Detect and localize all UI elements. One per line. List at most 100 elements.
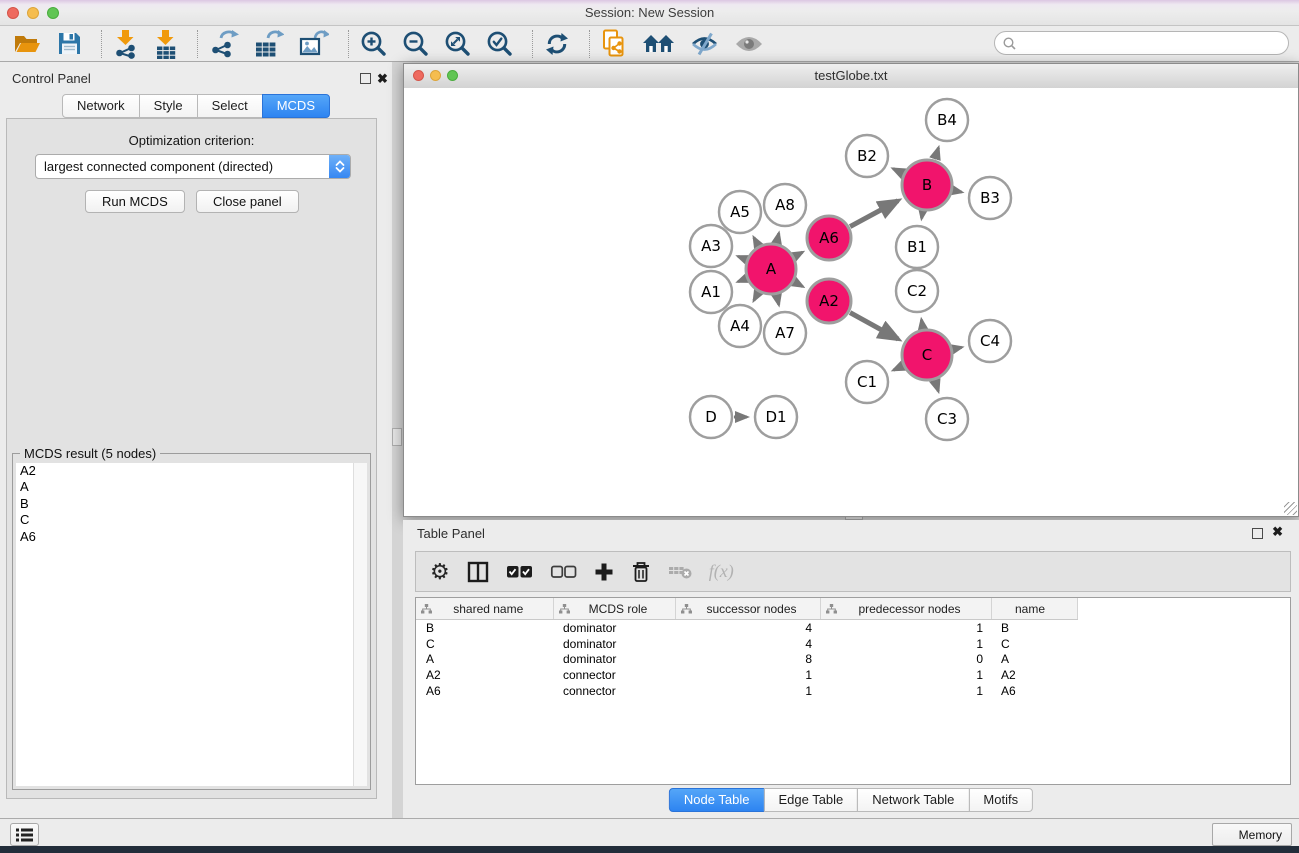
result-scrollbar[interactable] [353, 463, 367, 786]
graph-node-D[interactable] [690, 396, 732, 438]
graph-edge-A-A8[interactable] [777, 233, 779, 242]
network-graph[interactable]: B4B2BB3A8A5A6A3B1AA1C2A2A4A7C4CC1C3DD1 [404, 88, 1298, 516]
memory-button[interactable]: Memory [1212, 823, 1292, 846]
graph-node-D1[interactable] [755, 396, 797, 438]
graph-edge-A-A6[interactable] [795, 252, 803, 256]
graph-node-C1[interactable] [846, 361, 888, 403]
zoom-in-icon[interactable] [360, 30, 387, 57]
select-all-icon[interactable] [506, 564, 533, 579]
search-field[interactable] [994, 31, 1289, 55]
import-table-icon[interactable] [153, 29, 178, 59]
show-columns-icon[interactable] [467, 561, 489, 583]
graph-node-B4[interactable] [926, 99, 968, 141]
table-row[interactable]: Cdominator41C [416, 636, 1077, 652]
graph-edge-B-B3[interactable] [953, 190, 961, 192]
refresh-icon[interactable] [544, 31, 570, 57]
close-table-panel-icon[interactable]: ✖ [1272, 526, 1283, 537]
column-header-mcds-role[interactable]: MCDS role [553, 598, 675, 620]
mcds-result-item[interactable]: A [16, 479, 367, 495]
graph-edge-A-A7[interactable] [777, 295, 779, 304]
table-row[interactable]: A2connector11A2 [416, 667, 1077, 683]
column-header-predecessor-nodes[interactable]: predecessor nodes [820, 598, 991, 620]
graph-node-C[interactable] [902, 330, 952, 380]
graph-edge-A6-B[interactable] [850, 201, 898, 227]
delete-table-icon[interactable] [668, 564, 692, 580]
graph-edge-C-C1[interactable] [893, 366, 902, 370]
graph-edge-A-A5[interactable] [754, 237, 758, 245]
tab-edge-table[interactable]: Edge Table [763, 788, 858, 812]
search-input[interactable] [1021, 35, 1288, 51]
add-column-plus-icon[interactable] [594, 562, 614, 582]
mcds-result-item[interactable]: A2 [16, 463, 367, 479]
delete-column-trash-icon[interactable] [631, 561, 651, 583]
graph-edge-A-A3[interactable] [738, 256, 746, 259]
graph-node-A8[interactable] [764, 184, 806, 226]
table-row[interactable]: Adominator80A [416, 652, 1077, 668]
function-builder-icon[interactable]: f(x) [709, 561, 734, 582]
graph-node-A1[interactable] [690, 271, 732, 313]
float-panel-icon[interactable] [360, 73, 371, 84]
zoom-out-icon[interactable] [402, 30, 429, 57]
zoom-selected-icon[interactable] [486, 30, 513, 57]
graph-edge-C-C3[interactable] [935, 381, 938, 392]
home-neighbors-icon[interactable] [642, 32, 675, 56]
graph-edge-C-C4[interactable] [953, 347, 961, 349]
graph-node-B1[interactable] [896, 226, 938, 268]
graph-node-B2[interactable] [846, 135, 888, 177]
graph-node-A7[interactable] [764, 312, 806, 354]
graph-edge-A-A2[interactable] [795, 282, 803, 286]
graph-edge-B-B1[interactable] [922, 212, 923, 219]
graph-node-C2[interactable] [896, 270, 938, 312]
criterion-select[interactable]: largest connected component (directed) [35, 154, 351, 179]
table-row[interactable]: A6connector11A6 [416, 683, 1077, 699]
tab-network[interactable]: Network [62, 94, 140, 118]
graph-edge-A2-C[interactable] [850, 313, 898, 339]
tab-style[interactable]: Style [139, 94, 198, 118]
mcds-result-item[interactable]: A6 [16, 529, 367, 545]
clone-network-icon[interactable] [601, 29, 627, 58]
column-header-shared-name[interactable]: shared name [416, 598, 553, 620]
deselect-all-icon[interactable] [550, 564, 577, 579]
mcds-result-item[interactable]: B [16, 496, 367, 512]
graph-node-C4[interactable] [969, 320, 1011, 362]
close-panel-icon[interactable]: ✖ [377, 73, 388, 84]
import-network-icon[interactable] [113, 29, 138, 59]
show-all-eye-icon[interactable] [734, 34, 764, 54]
graph-node-A[interactable] [746, 244, 796, 294]
graph-node-A2[interactable] [807, 279, 851, 323]
tab-mcds[interactable]: MCDS [262, 94, 330, 118]
hide-selected-icon[interactable] [690, 31, 719, 57]
graph-node-B3[interactable] [969, 177, 1011, 219]
column-header-name[interactable]: name [991, 598, 1077, 620]
close-panel-button[interactable]: Close panel [196, 190, 299, 213]
graph-edge-A-A1[interactable] [738, 279, 746, 282]
save-session-icon[interactable] [57, 31, 82, 56]
graph-edge-B-B2[interactable] [893, 169, 903, 174]
graph-edge-A-A4[interactable] [754, 293, 758, 301]
run-mcds-button[interactable]: Run MCDS [85, 190, 185, 213]
tab-motifs[interactable]: Motifs [968, 788, 1033, 812]
graph-node-A3[interactable] [690, 225, 732, 267]
mcds-result-item[interactable]: C [16, 512, 367, 528]
column-header-successor-nodes[interactable]: successor nodes [675, 598, 820, 620]
window-resize-grip[interactable] [1284, 502, 1297, 515]
graph-node-C3[interactable] [926, 398, 968, 440]
export-image-icon[interactable] [299, 29, 329, 58]
network-canvas[interactable]: B4B2BB3A8A5A6A3B1AA1C2A2A4A7C4CC1C3DD1 [404, 88, 1298, 516]
tab-select[interactable]: Select [197, 94, 263, 118]
export-network-icon[interactable] [209, 29, 239, 58]
float-table-panel-icon[interactable] [1252, 528, 1263, 539]
task-history-button[interactable] [10, 823, 39, 846]
vertical-splitter-handle[interactable] [392, 428, 402, 446]
open-session-icon[interactable] [12, 31, 42, 57]
table-options-gear-icon[interactable]: ⚙ [430, 561, 450, 583]
export-table-icon[interactable] [254, 29, 284, 58]
graph-node-A5[interactable] [719, 191, 761, 233]
graph-node-A6[interactable] [807, 216, 851, 260]
graph-node-B[interactable] [902, 160, 952, 210]
zoom-fit-icon[interactable] [444, 30, 471, 57]
graph-edge-B-B4[interactable] [935, 148, 939, 159]
graph-node-A4[interactable] [719, 305, 761, 347]
table-row[interactable]: Bdominator41B [416, 620, 1077, 636]
graph-edge-C-C2[interactable] [921, 320, 922, 329]
